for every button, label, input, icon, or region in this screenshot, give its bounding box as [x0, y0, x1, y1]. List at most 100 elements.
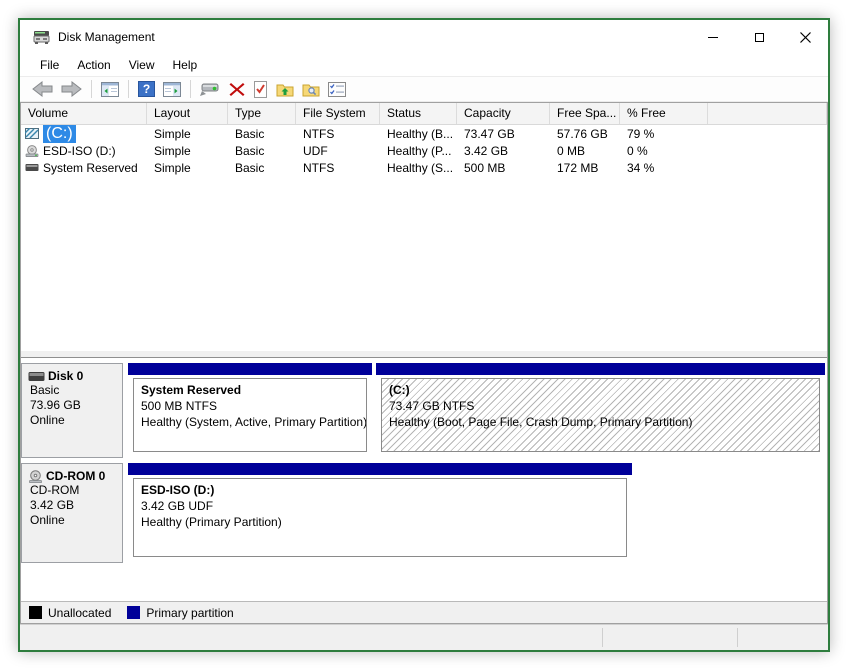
show-console-tree-button[interactable] — [97, 78, 123, 100]
column-header-pct-free[interactable]: % Free — [620, 103, 708, 124]
toolbar-separator — [91, 80, 92, 98]
forward-icon — [61, 81, 82, 97]
cell-file-system: UDF — [296, 144, 380, 158]
toolbar-separator — [190, 80, 191, 98]
partition-label-box: ESD-ISO (D:) 3.42 GB UDF Healthy (Primar… — [133, 478, 627, 557]
column-header-type[interactable]: Type — [228, 103, 296, 124]
minimize-button[interactable] — [690, 20, 736, 54]
cell-type: Basic — [228, 127, 296, 141]
help-icon: ? — [138, 81, 155, 97]
volume-c-disk-icon — [25, 128, 39, 139]
folder-search-icon — [302, 82, 320, 97]
partition-esd-iso[interactable]: ESD-ISO (D:) 3.42 GB UDF Healthy (Primar… — [128, 463, 632, 563]
delete-icon — [229, 82, 245, 97]
partition-system-reserved[interactable]: System Reserved 500 MB NTFS Healthy (Sys… — [128, 363, 372, 458]
partition-info: 500 MB NTFS — [141, 398, 366, 414]
disk-0-header[interactable]: Disk 0 Basic 73.96 GB Online — [21, 363, 123, 458]
column-header-free-space[interactable]: Free Spa... — [550, 103, 620, 124]
show-action-pane-button[interactable] — [159, 78, 185, 100]
menu-help[interactable]: Help — [164, 54, 207, 76]
legend-unallocated-label: Unallocated — [48, 606, 111, 620]
volume-row-d[interactable]: ESD-ISO (D:) Simple Basic UDF Healthy (P… — [21, 142, 827, 159]
folder-up-button[interactable] — [272, 78, 298, 100]
status-bar-separator — [737, 628, 738, 647]
column-header-volume[interactable]: Volume — [21, 103, 147, 124]
pane-splitter[interactable] — [21, 350, 827, 358]
column-header-capacity[interactable]: Capacity — [457, 103, 550, 124]
primary-partition-bar — [128, 363, 372, 375]
cell-status: Healthy (B... — [380, 127, 457, 141]
toolbar: ? — [20, 76, 828, 102]
disk-type: CD-ROM — [28, 483, 118, 498]
drive-status-button[interactable] — [196, 78, 225, 100]
cell-capacity: 3.42 GB — [457, 144, 550, 158]
volume-row-c[interactable]: (C:) Simple Basic NTFS Healthy (B... 73.… — [21, 125, 827, 142]
delete-volume-button[interactable] — [225, 78, 249, 100]
cdrom-0-row: CD-ROM 0 CD-ROM 3.42 GB Online ESD-ISO (… — [21, 463, 827, 563]
close-button[interactable] — [782, 20, 828, 54]
window-title: Disk Management — [58, 30, 155, 44]
column-header-file-system[interactable]: File System — [296, 103, 380, 124]
menu-action[interactable]: Action — [68, 54, 119, 76]
cell-pct-free: 34 % — [620, 161, 708, 175]
maximize-button[interactable] — [736, 20, 782, 54]
column-header-layout[interactable]: Layout — [147, 103, 228, 124]
disk-name: Disk 0 — [48, 369, 83, 383]
minimize-icon — [708, 37, 718, 38]
volume-list-header: Volume Layout Type File System Status Ca… — [21, 103, 827, 125]
primary-partition-bar — [128, 463, 632, 475]
cell-layout: Simple — [147, 127, 228, 141]
folder-search-button[interactable] — [298, 78, 324, 100]
disk-size: 3.42 GB — [28, 498, 118, 513]
partition-info: 73.47 GB NTFS — [389, 398, 819, 414]
volume-name-selected: (C:) — [43, 125, 76, 143]
volume-name: System Reserved — [43, 161, 138, 175]
disk-name: CD-ROM 0 — [46, 469, 105, 483]
back-button[interactable] — [28, 78, 57, 100]
menu-bar: File Action View Help — [20, 54, 828, 76]
title-bar: Disk Management — [20, 20, 828, 54]
partition-label-box: System Reserved 500 MB NTFS Healthy (Sys… — [133, 378, 367, 452]
menu-view[interactable]: View — [120, 54, 164, 76]
partition-label-box-selected: (C:) 73.47 GB NTFS Healthy (Boot, Page F… — [381, 378, 820, 452]
maximize-icon — [755, 33, 764, 42]
checklist-button[interactable] — [324, 78, 350, 100]
graph-filler — [21, 563, 827, 601]
cell-status: Healthy (S... — [380, 161, 457, 175]
checklist-icon — [328, 82, 346, 97]
cell-free-space: 57.76 GB — [550, 127, 620, 141]
status-bar-separator — [602, 628, 603, 647]
cell-type: Basic — [228, 161, 296, 175]
volume-list: Volume Layout Type File System Status Ca… — [21, 103, 827, 350]
hard-disk-icon — [28, 371, 45, 382]
partition-name: System Reserved — [141, 382, 366, 398]
graphical-view: Disk 0 Basic 73.96 GB Online System Rese… — [21, 358, 827, 623]
legend-bar: Unallocated Primary partition — [21, 601, 827, 623]
cdrom-0-header[interactable]: CD-ROM 0 CD-ROM 3.42 GB Online — [21, 463, 123, 563]
cdrom-0-partitions: ESD-ISO (D:) 3.42 GB UDF Healthy (Primar… — [123, 463, 827, 563]
volume-cd-icon — [25, 145, 39, 157]
disk-type: Basic — [28, 383, 118, 398]
cell-pct-free: 79 % — [620, 127, 708, 141]
status-bar — [20, 624, 828, 650]
toolbar-separator — [128, 80, 129, 98]
disk-0-partitions: System Reserved 500 MB NTFS Healthy (Sys… — [123, 363, 827, 458]
back-icon — [32, 81, 53, 97]
legend-primary-partition-label: Primary partition — [146, 606, 233, 620]
cd-rom-icon — [28, 470, 43, 483]
forward-button[interactable] — [57, 78, 86, 100]
show-action-pane-icon — [163, 82, 181, 97]
cell-layout: Simple — [147, 161, 228, 175]
volume-row-system-reserved[interactable]: System Reserved Simple Basic NTFS Health… — [21, 159, 827, 176]
partition-name: ESD-ISO (D:) — [141, 482, 626, 498]
menu-file[interactable]: File — [31, 54, 68, 76]
cell-free-space: 172 MB — [550, 161, 620, 175]
properties-check-button[interactable] — [249, 78, 272, 100]
partition-health: Healthy (System, Active, Primary Partiti… — [141, 414, 366, 430]
cell-pct-free: 0 % — [620, 144, 708, 158]
client-area: Volume Layout Type File System Status Ca… — [20, 102, 828, 624]
partition-health: Healthy (Primary Partition) — [141, 514, 626, 530]
partition-c[interactable]: (C:) 73.47 GB NTFS Healthy (Boot, Page F… — [376, 363, 825, 458]
help-button[interactable]: ? — [134, 78, 159, 100]
column-header-status[interactable]: Status — [380, 103, 457, 124]
